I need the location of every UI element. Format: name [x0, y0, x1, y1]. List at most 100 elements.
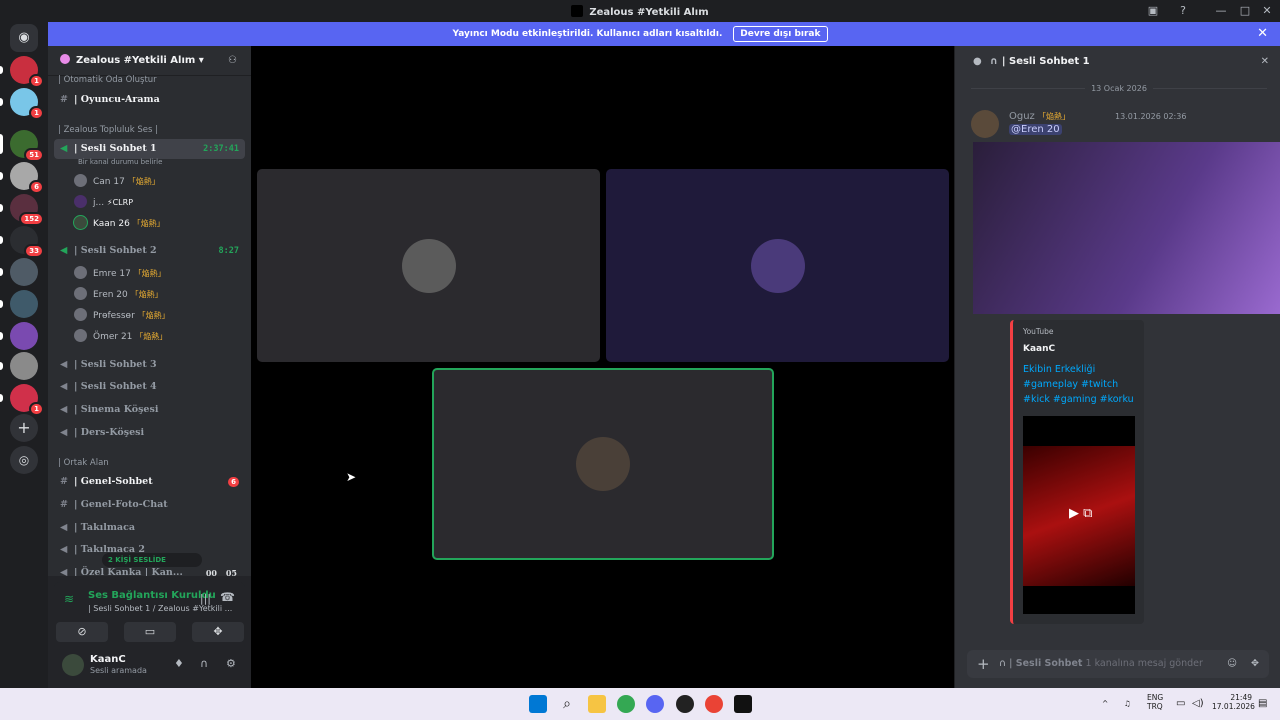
apps-icon[interactable]: ✥	[1251, 650, 1259, 678]
voice-user[interactable]: Ömer 21 「焔熱」	[74, 328, 244, 346]
server-icon[interactable]	[10, 258, 38, 286]
voice-channel-sesli-sohbet-2[interactable]: ◀ | Sesli Sohbet 2 8:27	[54, 241, 245, 261]
maximize-button[interactable]: □	[1236, 2, 1254, 20]
activities-button[interactable]: ✥	[192, 622, 244, 642]
category-auto-room[interactable]: | Otomatik Oda Oluştur	[48, 75, 251, 85]
microphone-icon[interactable]: ♦	[174, 657, 184, 670]
add-member-icon[interactable]: ⚇	[228, 46, 237, 76]
close-chat-icon[interactable]: ✕	[1261, 46, 1269, 78]
noise-suppression-icon[interactable]: |||	[200, 592, 211, 605]
server-icon[interactable]	[10, 290, 38, 318]
close-window-button[interactable]: ✕	[1258, 2, 1276, 20]
embed-author[interactable]: KaanC	[1023, 344, 1055, 354]
help-icon[interactable]: ?	[1174, 2, 1192, 20]
unread-pill	[0, 66, 3, 74]
screen-share-button[interactable]: ▭	[124, 622, 176, 642]
add-server-icon[interactable]: +	[10, 414, 38, 442]
username[interactable]: KaanC	[90, 654, 126, 665]
voice-user[interactable]: Can 17 「焔熱」	[74, 173, 244, 191]
voice-channel-ders[interactable]: ◀ | Ders-Köşesi	[54, 423, 245, 443]
speaker-icon: ◀	[60, 544, 68, 555]
clock[interactable]: 21:49 17.01.2026	[1212, 693, 1255, 711]
voice-channel-sesli-sohbet-3[interactable]: ◀ | Sesli Sohbet 3	[54, 355, 245, 375]
minimize-button[interactable]: —	[1212, 2, 1230, 20]
voice-channel-sesli-sohbet-1[interactable]: ◀ | Sesli Sohbet 1 2:37:41	[54, 139, 245, 159]
voice-channel-sinema[interactable]: ◀ | Sinema Köşesi	[54, 400, 245, 420]
channel-genel-sohbet[interactable]: # | Genel-Sohbet 6	[54, 472, 245, 492]
video-tile[interactable]	[606, 169, 949, 362]
chrome-icon[interactable]	[705, 695, 723, 713]
avatar[interactable]	[971, 110, 999, 138]
server-icon[interactable]	[10, 352, 38, 380]
channel-genel-foto-chat[interactable]: # | Genel-Foto-Chat	[54, 495, 245, 515]
mention-badge: 1	[29, 402, 44, 416]
voice-location[interactable]: | Sesli Sohbet 1 / Zealous #Yetkili ...	[88, 604, 232, 613]
headphones-icon: ∩	[989, 56, 998, 67]
voice-user[interactable]: Kaan 26 「焔熱」	[74, 215, 244, 233]
start-icon[interactable]	[529, 695, 547, 713]
disconnect-icon[interactable]: ☎	[220, 590, 235, 604]
server-icon[interactable]: 6	[10, 162, 44, 194]
chat-title: | Sesli Sohbet 1	[1001, 56, 1090, 67]
attached-image[interactable]	[973, 142, 1280, 314]
server-icon[interactable]: 1	[10, 384, 44, 416]
voice-status[interactable]: Ses Bağlantısı Kuruldu	[88, 590, 216, 601]
video-tile-speaking[interactable]	[432, 368, 774, 560]
server-header[interactable]: Zealous #Yetkili Alım ▾ ⚇	[48, 46, 251, 76]
app-icon	[571, 5, 584, 17]
category-topluluk-ses[interactable]: | Zealous Topluluk Ses |	[48, 125, 251, 135]
signal-icon[interactable]: ≋	[64, 592, 74, 606]
discord-taskbar-icon[interactable]	[646, 695, 664, 713]
server-icon[interactable]: 1	[10, 88, 44, 120]
voice-user[interactable]: Emre 17 「焔熱」	[74, 265, 244, 283]
camera-off-button[interactable]: ⊘	[56, 622, 108, 642]
voice-user[interactable]: j... ⚡CLRP	[74, 194, 244, 212]
video-thumbnail[interactable]: ▶ ⧉	[1023, 416, 1135, 614]
voice-channel-sesli-sohbet-4[interactable]: ◀ | Sesli Sohbet 4	[54, 377, 245, 397]
server-icon[interactable]	[10, 322, 38, 350]
obs-icon[interactable]	[676, 695, 694, 713]
play-icon[interactable]: ▶ ⧉	[1069, 506, 1092, 521]
voice-user[interactable]: Eren 20 「焔熱」	[74, 286, 244, 304]
headphones-icon[interactable]: ∩	[200, 657, 208, 670]
video-tile[interactable]	[257, 169, 600, 362]
volume-icon[interactable]: ◁)	[1192, 698, 1204, 709]
search-icon[interactable]: ⌕	[558, 695, 576, 713]
avatar[interactable]	[62, 654, 84, 676]
disable-streamer-mode-button[interactable]: Devre dışı bırak	[733, 26, 828, 42]
inbox-icon[interactable]: ▣	[1144, 2, 1162, 20]
server-icon[interactable]: 33	[10, 226, 44, 258]
server-icon[interactable]: 1	[10, 56, 44, 88]
tray-app-icon[interactable]: ♫	[1124, 699, 1131, 708]
chrome-icon[interactable]	[617, 695, 635, 713]
message-input[interactable]: + ∩ | Sesli Sohbet 1 kanalına mesaj gönd…	[967, 650, 1269, 678]
network-icon[interactable]: ▭	[1176, 698, 1185, 709]
speaker-icon: ◀	[60, 359, 68, 370]
banner-close-icon[interactable]: ✕	[1257, 22, 1268, 46]
channel-status-hint[interactable]: Bir kanal durumu belirle	[78, 158, 251, 166]
category-ortak-alan[interactable]: | Ortak Alan	[48, 458, 251, 468]
voice-channel-takilmaca[interactable]: ◀ | Takılmaca	[54, 518, 245, 538]
channel-oyuncu-arama[interactable]: # | Oyuncu-Arama	[54, 90, 245, 110]
discord-home-icon[interactable]: ◉	[10, 24, 38, 52]
message-author[interactable]: Oguz 「焔熱」	[1009, 111, 1070, 122]
embed-title[interactable]: Ekibin Erkekliği #gameplay #twitch #kick…	[1023, 362, 1141, 407]
capcut-icon[interactable]	[734, 695, 752, 713]
file-explorer-icon[interactable]	[588, 695, 606, 713]
emoji-icon[interactable]: ☺	[1227, 650, 1237, 678]
explore-icon[interactable]: ◎	[10, 446, 38, 474]
voice-user[interactable]: Prөfessөr 「焔熱」	[74, 307, 244, 325]
notification-icon[interactable]: ▤	[1258, 698, 1267, 709]
language-indicator[interactable]: ENG TRQ	[1147, 693, 1163, 711]
add-attachment-icon[interactable]: +	[977, 650, 990, 678]
voice-user-panel: ≋ Ses Bağlantısı Kuruldu | Sesli Sohbet …	[48, 576, 251, 688]
server-icon[interactable]: 152	[10, 194, 44, 226]
user-mention[interactable]: @Eren 20	[1009, 124, 1062, 135]
server-icon[interactable]: 51	[10, 130, 44, 162]
threads-icon[interactable]: ●	[973, 56, 982, 67]
speaker-icon: ◀	[60, 143, 68, 154]
settings-gear-icon[interactable]: ⚙	[226, 657, 236, 670]
avatar	[74, 266, 87, 279]
embed-provider[interactable]: YouTube	[1023, 327, 1054, 336]
tray-chevron-icon[interactable]: ^	[1102, 699, 1108, 708]
